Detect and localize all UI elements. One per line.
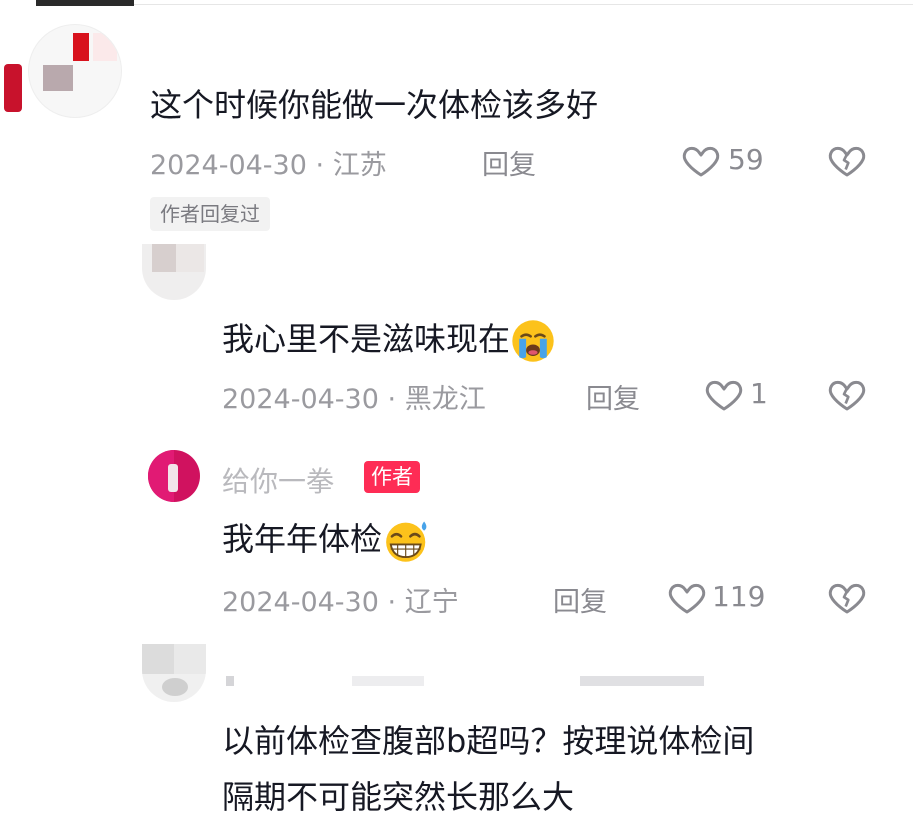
- comment-meta: 2024-04-30 · 江苏: [150, 143, 387, 182]
- like-count: 59: [728, 143, 764, 176]
- username[interactable]: 给你一拳: [222, 460, 334, 500]
- heart-icon: [666, 577, 708, 617]
- broken-heart-icon: [826, 140, 868, 180]
- author-replied-tag: 作者回复过: [150, 197, 270, 231]
- comment-text: 这个时候你能做一次体检该多好: [150, 86, 599, 124]
- obscured-header-strip: [222, 664, 862, 686]
- avatar[interactable]: [28, 24, 122, 118]
- comment-text: 我年年体检: [222, 514, 434, 564]
- avatar[interactable]: [142, 644, 206, 702]
- comment-meta: 2024-04-30 · 辽宁: [222, 580, 459, 619]
- comment-text-body: 我年年体检: [222, 520, 383, 558]
- comment-location: 辽宁: [404, 587, 459, 618]
- top-edge: [0, 0, 913, 10]
- like-button[interactable]: [680, 140, 722, 180]
- like-button[interactable]: [703, 374, 745, 414]
- meta-separator: ·: [315, 150, 325, 181]
- comment-date: 2024-04-30: [222, 384, 379, 415]
- dislike-button[interactable]: [826, 140, 868, 180]
- comment-location: 江苏: [332, 150, 387, 181]
- meta-separator: ·: [387, 587, 397, 618]
- comment-text-line-2: 隔期不可能突然长那么大: [222, 778, 575, 816]
- heart-icon: [703, 374, 745, 414]
- comment-text: 我心里不是滋味现在: [222, 314, 556, 364]
- like-button[interactable]: [666, 577, 708, 617]
- broken-heart-icon: [826, 577, 868, 617]
- meta-separator: ·: [387, 384, 397, 415]
- like-count: 119: [712, 580, 766, 613]
- reply-button[interactable]: 回复: [482, 143, 536, 182]
- dislike-button[interactable]: [826, 374, 868, 414]
- comment-location: 黑龙江: [404, 384, 486, 415]
- avatar[interactable]: [142, 244, 206, 300]
- avatar[interactable]: [148, 450, 200, 502]
- heart-icon: [680, 140, 722, 180]
- grinning-sweat-face-icon: [382, 518, 434, 564]
- author-badge: 作者: [364, 461, 420, 493]
- reply-button[interactable]: 回复: [586, 377, 640, 416]
- mosaic-fragment: [4, 64, 22, 112]
- crying-face-icon: [510, 318, 556, 364]
- comment-text-line-1: 以前体检查腹部b超吗？按理说体检间: [222, 722, 755, 760]
- dislike-button[interactable]: [826, 577, 868, 617]
- comment-date: 2024-04-30: [222, 587, 379, 618]
- reply-button[interactable]: 回复: [553, 580, 607, 619]
- comment-meta: 2024-04-30 · 黑龙江: [222, 377, 486, 416]
- comment-text-body: 我心里不是滋味现在: [222, 320, 511, 358]
- broken-heart-icon: [826, 374, 868, 414]
- comment-date: 2024-04-30: [150, 150, 307, 181]
- like-count: 1: [750, 377, 768, 410]
